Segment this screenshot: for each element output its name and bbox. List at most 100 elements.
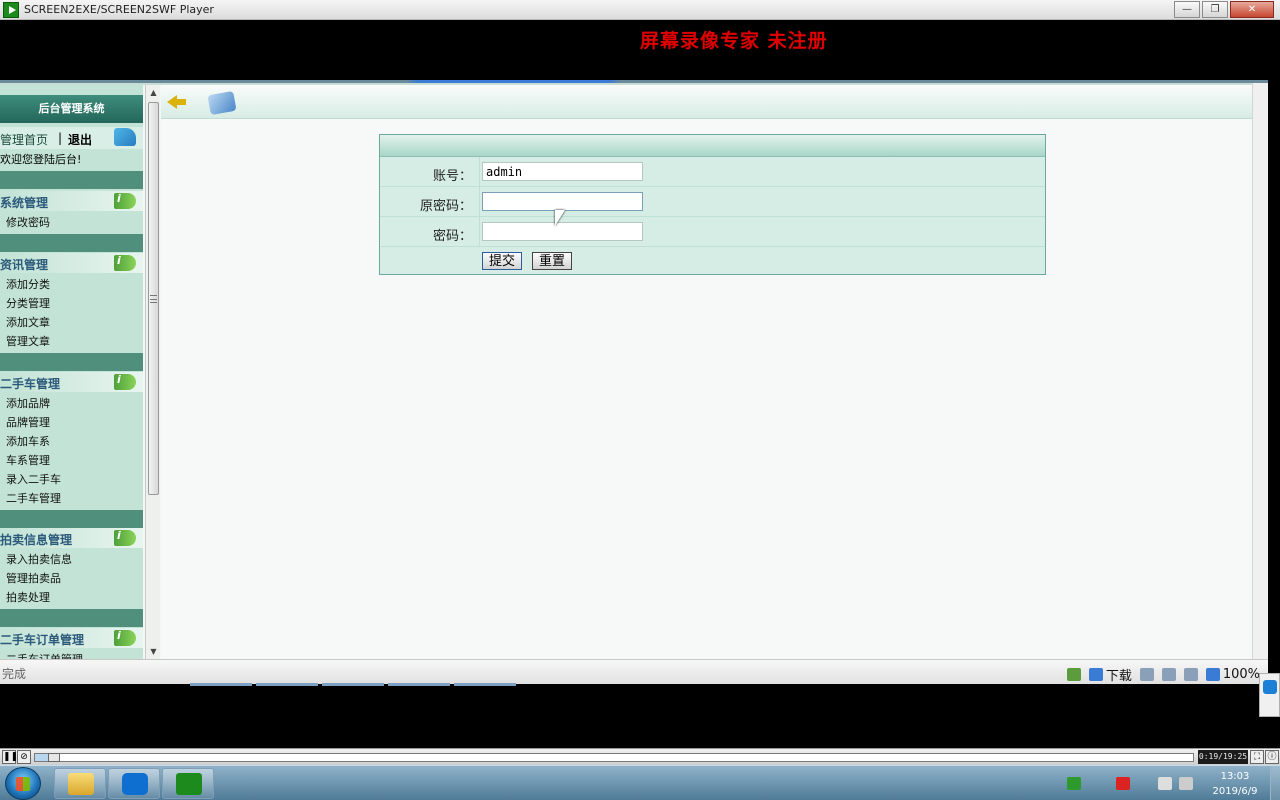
menu-item-manage-used-cars[interactable]: 二手车管理: [6, 490, 61, 506]
edit-pen-icon[interactable]: [207, 90, 237, 116]
menu-item-manage-orders[interactable]: 二手车订单管理: [6, 651, 83, 659]
page-icon[interactable]: [1139, 668, 1154, 681]
folder-icon: [68, 773, 94, 795]
menu-header-label: 资讯管理: [0, 258, 49, 272]
start-orb-icon[interactable]: [5, 767, 41, 800]
player-app-icon: [3, 2, 19, 18]
nav-home-link[interactable]: 管理首页: [0, 131, 48, 148]
minimize-button[interactable]: —: [1174, 1, 1200, 18]
print-icon[interactable]: [1161, 668, 1176, 681]
menu-header-label: 拍卖信息管理: [0, 533, 73, 547]
form-header-bar: [380, 135, 1045, 157]
sidebar-header: 后台管理系统: [0, 95, 143, 123]
info-arrow-icon: [114, 373, 136, 390]
nav-separator: |: [58, 131, 63, 145]
menu-item-manage-articles[interactable]: 管理文章: [6, 333, 50, 349]
close-button[interactable]: ✕: [1230, 1, 1274, 18]
maximize-button[interactable]: ❐: [1202, 1, 1228, 18]
clock-time: 13:03: [1220, 771, 1250, 782]
speaker-icon[interactable]: [1183, 668, 1198, 681]
playback-progress-knob[interactable]: [48, 753, 60, 762]
zoom-level[interactable]: 100%: [1223, 667, 1260, 682]
menu-item-add-article[interactable]: 添加文章: [6, 314, 50, 330]
taskbar-app-file-explorer[interactable]: [54, 768, 106, 799]
menu-header-label: 二手车订单管理: [0, 633, 85, 647]
volume-icon[interactable]: [1158, 777, 1172, 790]
recorded-taskbar-item: [256, 683, 318, 686]
security-icon[interactable]: [1066, 668, 1081, 681]
new-password-label: 密码：: [432, 229, 472, 244]
tray-app-icon[interactable]: [1067, 777, 1081, 790]
main-frame: 账号： 原密码： 密码： 提交 重置: [161, 85, 1268, 659]
nav-logout-link[interactable]: 退出: [68, 131, 92, 148]
recorded-browser-viewport: 后台管理系统 管理首页 | 退出 欢迎您登陆后台! 系统管理 修改密码: [0, 80, 1268, 684]
player-app-icon: [176, 773, 202, 795]
menu-item-manage-brands[interactable]: 品牌管理: [6, 414, 50, 430]
teamviewer-icon: [122, 773, 148, 795]
scroll-up-arrow-icon[interactable]: ▲: [146, 85, 161, 100]
menu-item-manage-series[interactable]: 车系管理: [6, 452, 50, 468]
windows-taskbar: 13:03 2019/6/9: [0, 765, 1280, 800]
unregistered-watermark: 屏幕录像专家 未注册: [640, 30, 828, 52]
menu-header-system[interactable]: 系统管理: [0, 191, 143, 211]
info-button[interactable]: ⓘ: [1265, 750, 1279, 764]
menu-item-add-brand[interactable]: 添加品牌: [6, 395, 50, 411]
home-globe-icon: [114, 128, 136, 146]
show-desktop-button[interactable]: [1270, 766, 1280, 800]
teamviewer-side-widget[interactable]: [1259, 673, 1280, 717]
account-input[interactable]: [482, 162, 643, 181]
sidebar-nav: 管理首页 | 退出: [0, 127, 143, 149]
back-arrow-icon[interactable]: [167, 95, 187, 109]
download-label[interactable]: 下载: [1106, 665, 1132, 684]
page-content: 后台管理系统 管理首页 | 退出 欢迎您登陆后台! 系统管理 修改密码: [0, 85, 1268, 659]
change-password-form: 账号： 原密码： 密码： 提交 重置: [379, 134, 1046, 275]
account-label: 账号：: [432, 169, 472, 184]
taskbar-app-teamviewer[interactable]: [108, 768, 160, 799]
reset-button[interactable]: 重置: [532, 252, 573, 270]
recorded-taskbar-strip: [190, 683, 520, 686]
menu-item-manage-categories[interactable]: 分类管理: [6, 295, 50, 311]
screen: SCREEN2EXE/SCREEN2SWF Player — ❐ ✕ 屏幕录像专…: [0, 0, 1280, 800]
action-center-icon[interactable]: [1179, 777, 1193, 790]
info-arrow-icon: [114, 192, 136, 209]
menu-item-add-series[interactable]: 添加车系: [6, 433, 50, 449]
tray-network-icon[interactable]: [1116, 777, 1130, 790]
fullscreen-button[interactable]: ⛶: [1250, 750, 1264, 764]
menu-item-add-category[interactable]: 添加分类: [6, 276, 50, 292]
playback-progress-track[interactable]: [34, 753, 1194, 762]
status-tools: 下载 100%: [1059, 665, 1260, 684]
browser-status-bar: 完成 下载 100%: [0, 659, 1268, 684]
taskbar-clock[interactable]: 13:03 2019/6/9: [1205, 769, 1265, 799]
zoom-magnifier-icon[interactable]: [1205, 668, 1220, 681]
submit-button[interactable]: 提交: [482, 252, 523, 270]
menu-header-used-cars[interactable]: 二手车管理: [0, 372, 143, 392]
menu-divider: [0, 353, 143, 371]
menu-header-orders[interactable]: 二手车订单管理: [0, 628, 143, 648]
menu-header-label: 系统管理: [0, 196, 49, 210]
menu-header-label: 二手车管理: [0, 377, 61, 391]
old-password-label: 原密码：: [419, 199, 472, 214]
menu-item-enter-used-car[interactable]: 录入二手车: [6, 471, 61, 487]
scroll-grip-icon: [150, 295, 157, 303]
old-password-input[interactable]: [482, 192, 643, 211]
menu-item-change-password[interactable]: 修改密码: [6, 214, 50, 230]
pause-button[interactable]: ❚❚: [2, 750, 18, 764]
menu-header-news[interactable]: 资讯管理: [0, 253, 143, 273]
menu-item-enter-auction-info[interactable]: 录入拍卖信息: [6, 551, 72, 567]
menu-item-manage-auction-items[interactable]: 管理拍卖品: [6, 570, 61, 586]
admin-sidebar: 后台管理系统 管理首页 | 退出 欢迎您登陆后台! 系统管理 修改密码: [0, 85, 143, 659]
loop-button[interactable]: ⊘: [17, 750, 31, 764]
player-title-bar: SCREEN2EXE/SCREEN2SWF Player — ❐ ✕: [0, 0, 1280, 20]
teamviewer-icon: [1263, 680, 1277, 694]
menu-item-auction-processing[interactable]: 拍卖处理: [6, 589, 50, 605]
clock-date: 2019/6/9: [1212, 786, 1258, 797]
taskbar-app-player[interactable]: [162, 768, 214, 799]
scroll-down-arrow-icon[interactable]: ▼: [146, 644, 161, 659]
page-scrollbar[interactable]: [1252, 83, 1268, 663]
sidebar-scrollbar[interactable]: ▲ ▼: [145, 85, 160, 659]
column-divider: [479, 217, 480, 247]
form-row-new-password: 密码：: [380, 217, 1045, 247]
download-arrow-icon[interactable]: [1088, 668, 1103, 681]
browser-tab-strip: [0, 80, 1268, 83]
menu-header-auction[interactable]: 拍卖信息管理: [0, 528, 143, 548]
